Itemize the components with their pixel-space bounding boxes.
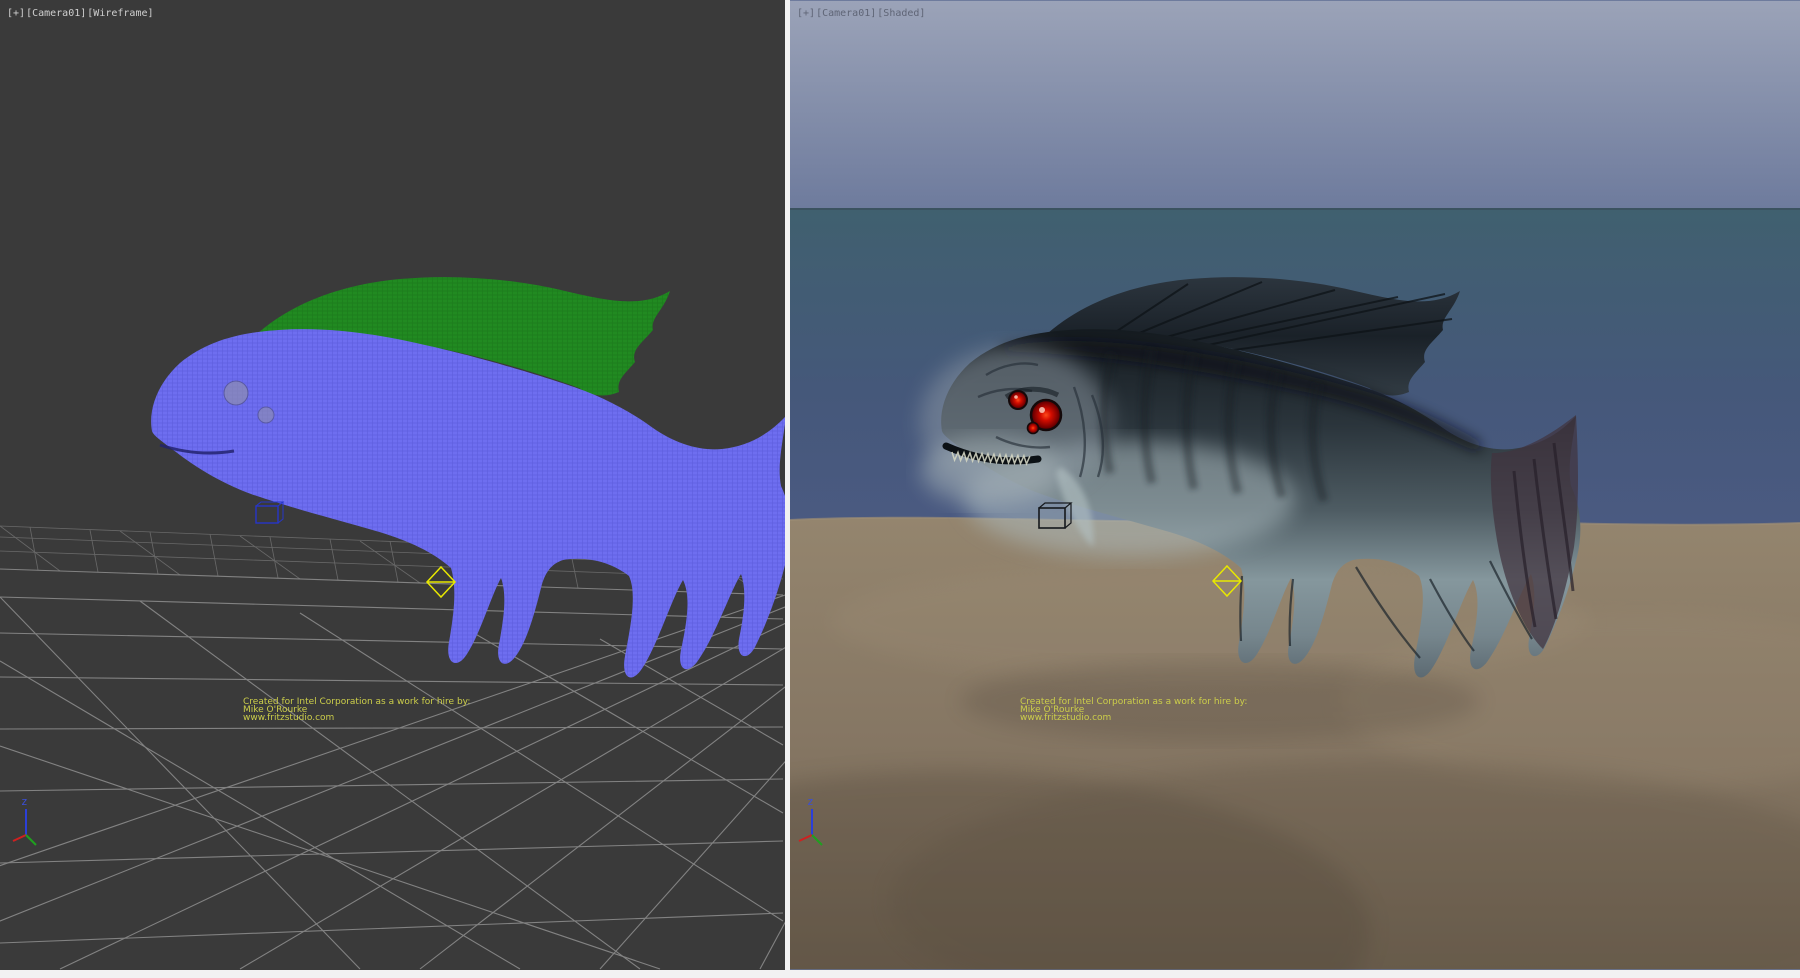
viewport-label: [+][Camera01][Wireframe] [7,8,155,19]
axis-z-label: z [21,795,28,808]
viewport-camera01-shaded[interactable]: [+][Camera01][Shaded] [790,0,1800,970]
watermark-text: Created for Intel Corporation as a work … [243,698,470,722]
shaded-scene[interactable]: z [790,0,1800,970]
viewport-label: [+][Camera01][Shaded] [797,8,926,19]
fish-eyespot [258,407,274,423]
viewport-menu-shading[interactable]: [Wireframe] [87,8,154,19]
viewport-menu-general[interactable]: [+] [7,8,26,19]
horizon-line [790,208,1800,210]
viewport-camera01-wireframe[interactable]: [+][Camera01][Wireframe] [0,0,785,970]
viewport-menu-camera[interactable]: [Camera01] [26,8,87,19]
fish-eyespot [224,381,248,405]
wireframe-scene[interactable]: z [0,0,785,970]
viewport-menu-camera[interactable]: [Camera01] [816,8,877,19]
viewport-menu-general[interactable]: [+] [797,8,816,19]
sky [790,1,1800,208]
watermark-text: Created for Intel Corporation as a work … [1020,698,1247,722]
viewport-menu-shading[interactable]: [Shaded] [877,8,926,19]
axis-z-label: z [807,795,814,808]
